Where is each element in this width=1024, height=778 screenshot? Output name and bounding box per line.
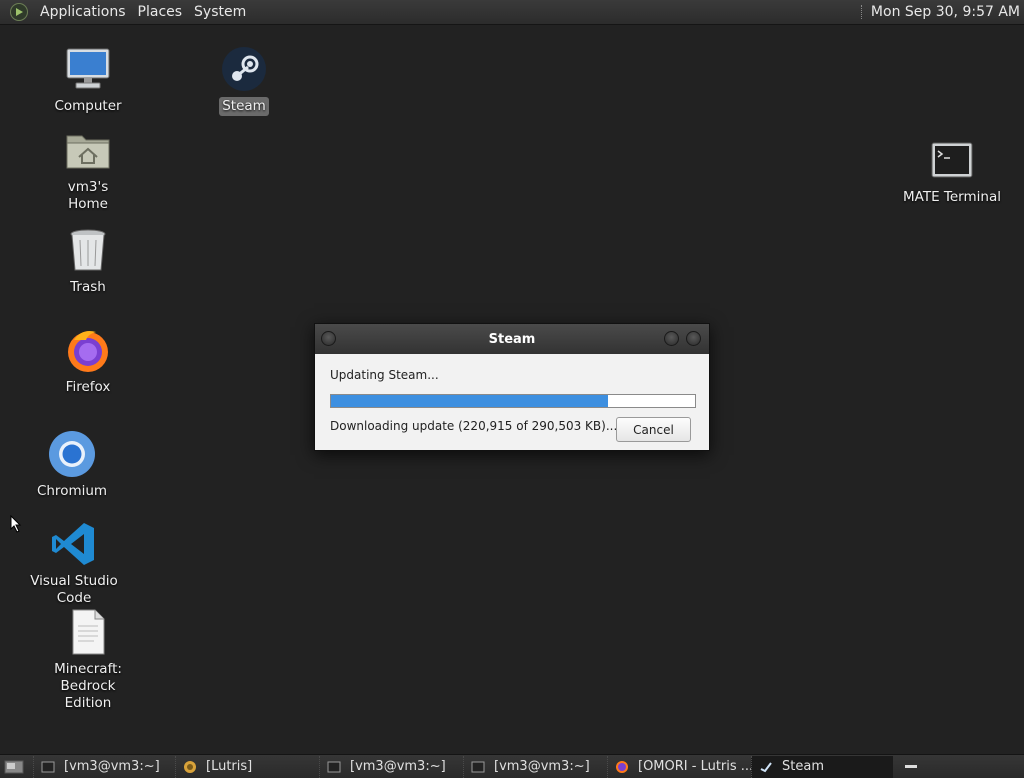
- steam-icon: [220, 45, 268, 93]
- desktop-icon-home[interactable]: vm3's Home: [44, 126, 132, 214]
- taskbar-item-label: [vm3@vm3:~]: [350, 759, 446, 774]
- update-status-text: Updating Steam...: [330, 368, 439, 382]
- taskbar-item-terminal-2[interactable]: [vm3@vm3:~]: [319, 755, 463, 778]
- document-icon: [64, 608, 112, 656]
- computer-icon: [64, 45, 112, 93]
- desktop-icon-label: MATE Terminal: [903, 189, 1001, 205]
- desktop-icon-label: Steam: [219, 97, 269, 116]
- desktop-icon-label: Visual Studio Code: [30, 573, 118, 606]
- trash-icon: [64, 226, 112, 274]
- taskbar-item-label: [vm3@vm3:~]: [494, 759, 590, 774]
- terminal-icon: [470, 759, 486, 775]
- menu-places[interactable]: Places: [132, 0, 189, 25]
- firefox-icon: [64, 326, 112, 374]
- desktop-icon-label: Firefox: [65, 379, 111, 395]
- taskbar-item-lutris[interactable]: [Lutris]: [175, 755, 319, 778]
- terminal-icon: [326, 759, 342, 775]
- terminal-icon: [928, 136, 976, 184]
- desktop-icon-chromium[interactable]: Chromium: [36, 430, 108, 501]
- lutris-icon: [182, 759, 198, 775]
- desktop-icon-terminal[interactable]: MATE Terminal: [896, 136, 1008, 207]
- desktop-icon-label: vm3's Home: [67, 179, 109, 212]
- taskbar-item-label: [vm3@vm3:~]: [64, 759, 160, 774]
- window-menu-button[interactable]: [321, 331, 336, 346]
- bottom-panel: [vm3@vm3:~] [Lutris] [vm3@vm3:~] [vm3@vm…: [0, 754, 1024, 778]
- mouse-cursor-icon: [10, 515, 22, 533]
- download-progress-bar: [330, 394, 696, 408]
- menu-system[interactable]: System: [188, 0, 252, 25]
- dialog-title: Steam: [488, 331, 536, 347]
- vscode-icon: [50, 520, 98, 568]
- desktop-icon-label: Computer: [54, 98, 122, 114]
- taskbar-item-label: [Lutris]: [206, 759, 253, 774]
- taskbar-item-terminal-1[interactable]: [vm3@vm3:~]: [33, 755, 175, 778]
- show-desktop-icon[interactable]: [3, 758, 25, 776]
- desktop-icon-vscode[interactable]: Visual Studio Code: [16, 520, 132, 608]
- terminal-icon: [40, 759, 56, 775]
- dialog-titlebar[interactable]: Steam: [315, 324, 709, 354]
- desktop-icon-minecraft[interactable]: Minecraft: Bedrock Edition: [24, 608, 152, 713]
- clock[interactable]: Mon Sep 30, 9:57 AM: [871, 4, 1024, 20]
- top-panel: Applications Places System Mon Sep 30, 9…: [0, 0, 1024, 25]
- cancel-button[interactable]: Cancel: [616, 417, 691, 442]
- close-button[interactable]: [686, 331, 701, 346]
- desktop-icon-label: Minecraft: Bedrock Edition: [54, 661, 122, 711]
- home-folder-icon: [64, 126, 112, 174]
- panel-separator: [860, 5, 863, 19]
- download-detail-text: Downloading update (220,915 of 290,503 K…: [330, 419, 618, 433]
- window-list-button[interactable]: [899, 758, 923, 776]
- taskbar-item-label: Steam: [782, 759, 824, 774]
- steam-icon: [758, 759, 774, 775]
- minimize-button[interactable]: [664, 331, 679, 346]
- steam-update-dialog: Steam Updating Steam... Downloading upda…: [314, 323, 710, 451]
- menu-applications[interactable]: Applications: [34, 0, 132, 25]
- progress-bar-fill: [331, 395, 608, 407]
- dialog-body: Updating Steam... Downloading update (22…: [315, 354, 709, 450]
- desktop-icon-firefox[interactable]: Firefox: [52, 326, 124, 397]
- mate-logo-icon[interactable]: [10, 3, 28, 21]
- firefox-icon: [614, 759, 630, 775]
- desktop-icon-label: Chromium: [36, 483, 108, 499]
- desktop-icon-label: Trash: [70, 279, 106, 295]
- taskbar-item-omori-lutris[interactable]: [OMORI - Lutris ...: [607, 755, 751, 778]
- chromium-icon: [48, 430, 96, 478]
- taskbar-item-terminal-3[interactable]: [vm3@vm3:~]: [463, 755, 607, 778]
- desktop-icon-computer[interactable]: Computer: [52, 45, 124, 116]
- desktop-icon-steam[interactable]: Steam: [214, 45, 274, 116]
- desktop-icon-trash[interactable]: Trash: [52, 226, 124, 297]
- taskbar-item-label: [OMORI - Lutris ...: [638, 759, 751, 774]
- taskbar-item-steam[interactable]: Steam: [751, 755, 893, 778]
